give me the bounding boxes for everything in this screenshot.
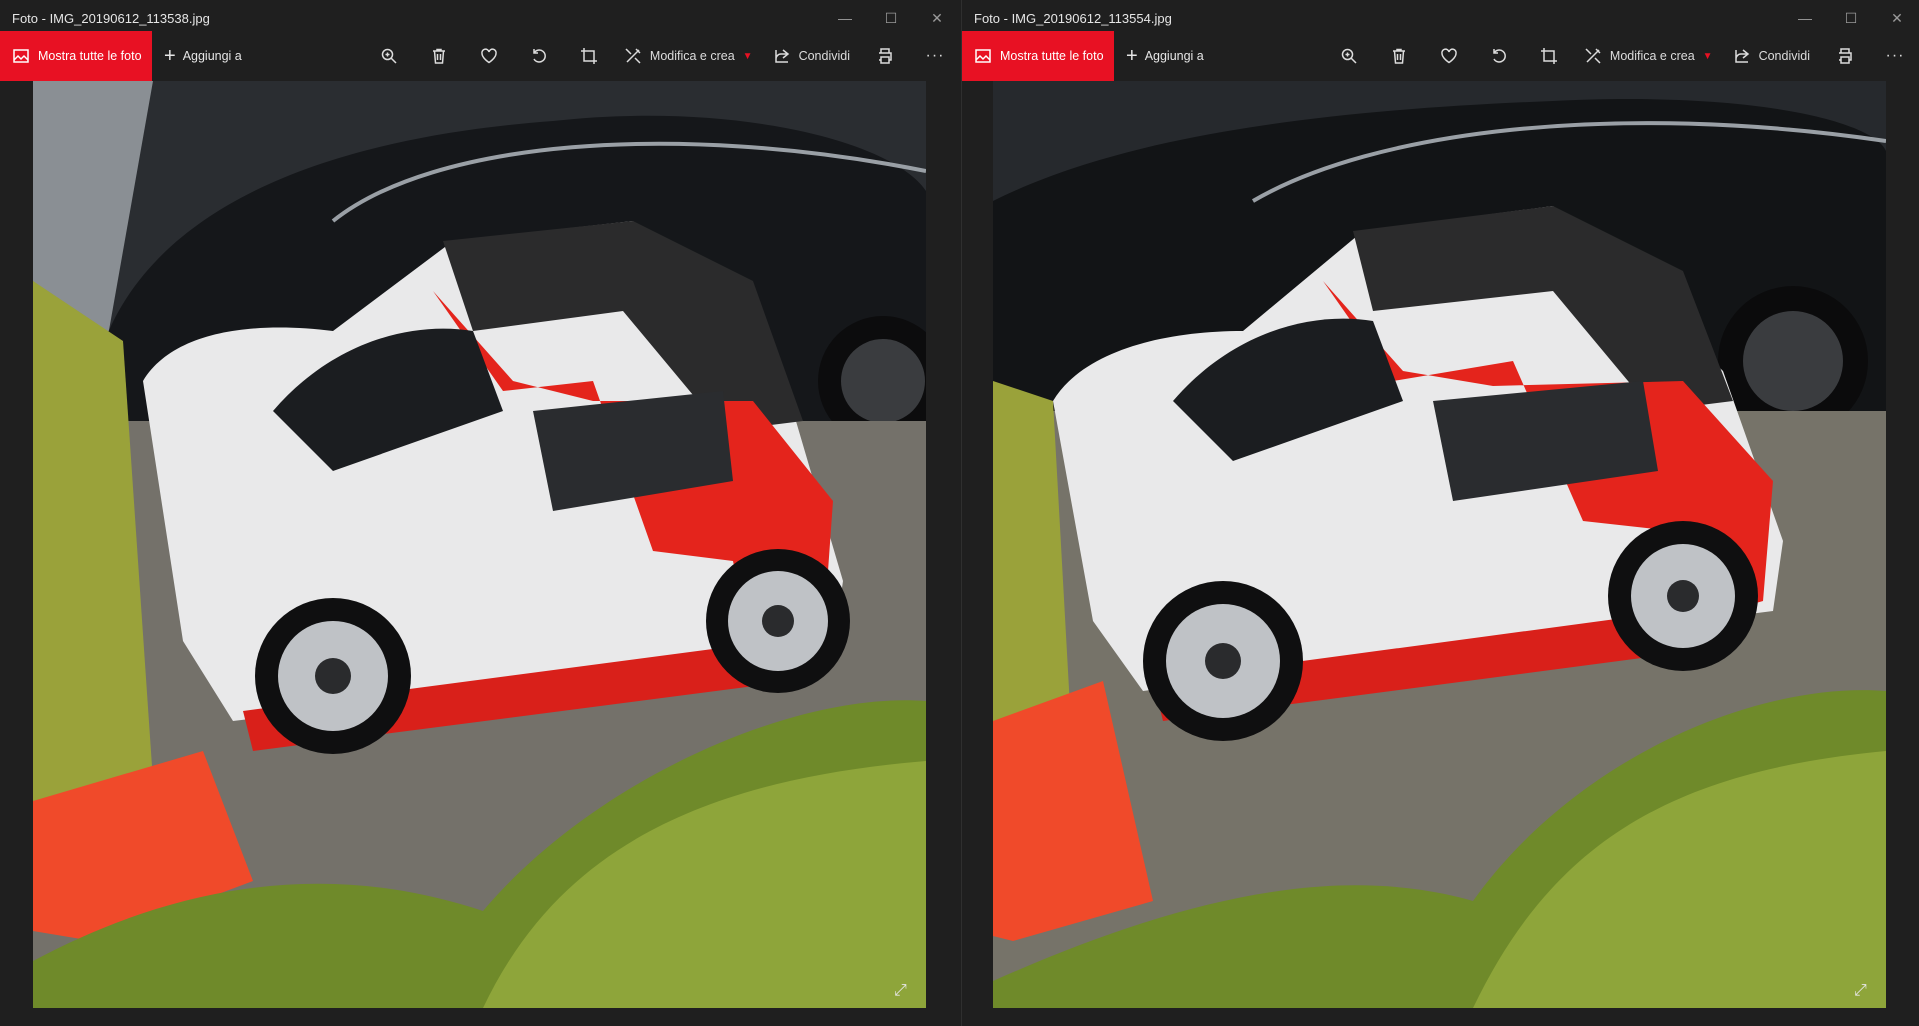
edit-create-button[interactable]: Modifica e crea ▼ bbox=[614, 31, 763, 81]
crop-icon bbox=[1540, 48, 1557, 64]
chevron-down-icon: ▼ bbox=[1702, 50, 1713, 62]
window-title: Foto - IMG_20190612_113538.jpg bbox=[12, 10, 210, 26]
share-button[interactable]: Condividi bbox=[763, 31, 860, 81]
share-icon bbox=[774, 49, 789, 63]
more-button[interactable]: ··· bbox=[910, 31, 960, 81]
trash-icon bbox=[1392, 48, 1405, 64]
plus-icon: + bbox=[1126, 45, 1138, 67]
toolbar-tools: Modifica e crea ▼ Condividi ··· bbox=[364, 31, 960, 81]
photos-window-right: Foto - IMG_20190612_113554.jpg — ☐ ✕ Mos… bbox=[961, 0, 1919, 1026]
image-icon bbox=[975, 49, 991, 63]
zoom-button[interactable] bbox=[364, 31, 414, 81]
edit-icon bbox=[625, 48, 641, 64]
edit-icon bbox=[1585, 48, 1601, 64]
trash-icon bbox=[432, 48, 445, 64]
share-label: Condividi bbox=[1758, 49, 1810, 63]
photo-viewer[interactable]: ⤢ bbox=[993, 81, 1886, 1008]
photo-image bbox=[993, 81, 1886, 1008]
add-to-label: Aggiungi a bbox=[182, 49, 242, 63]
more-icon: ··· bbox=[925, 47, 945, 64]
photo-viewer[interactable]: ⤢ bbox=[33, 81, 926, 1008]
expand-icon[interactable]: ⤢ bbox=[1854, 982, 1874, 1002]
show-all-photos-button[interactable]: Mostra tutte le foto bbox=[0, 31, 152, 81]
share-button[interactable]: Condividi bbox=[1723, 31, 1820, 81]
more-button[interactable]: ··· bbox=[1870, 31, 1919, 81]
add-to-button[interactable]: + Aggiungi a bbox=[152, 31, 254, 81]
print-button[interactable] bbox=[860, 31, 910, 81]
favorite-button[interactable] bbox=[1424, 31, 1474, 81]
rotate-icon bbox=[1493, 49, 1506, 63]
toolbar: Mostra tutte le foto + Aggiungi a Modifi… bbox=[0, 31, 960, 81]
zoom-icon bbox=[1341, 48, 1357, 64]
window-title: Foto - IMG_20190612_113554.jpg bbox=[974, 10, 1172, 26]
delete-button[interactable] bbox=[414, 31, 464, 81]
edit-create-label: Modifica e crea bbox=[649, 49, 735, 63]
print-button[interactable] bbox=[1820, 31, 1870, 81]
toolbar-tools: Modifica e crea ▼ Condividi ··· bbox=[1324, 31, 1919, 81]
print-icon bbox=[879, 48, 892, 64]
toolbar: Mostra tutte le foto + Aggiungi a Modifi… bbox=[962, 31, 1919, 81]
share-icon bbox=[1734, 49, 1749, 63]
show-all-photos-button[interactable]: Mostra tutte le foto bbox=[962, 31, 1114, 81]
photo-image bbox=[33, 81, 926, 1008]
add-to-label: Aggiungi a bbox=[1144, 49, 1204, 63]
plus-icon: + bbox=[164, 45, 176, 67]
crop-button[interactable] bbox=[564, 31, 614, 81]
delete-button[interactable] bbox=[1374, 31, 1424, 81]
heart-icon bbox=[481, 48, 497, 64]
rotate-button[interactable] bbox=[514, 31, 564, 81]
favorite-button[interactable] bbox=[464, 31, 514, 81]
rotate-icon bbox=[533, 49, 546, 63]
show-all-label: Mostra tutte le foto bbox=[38, 49, 142, 63]
photos-window-left: Foto - IMG_20190612_113538.jpg — ☐ ✕ Mos… bbox=[0, 0, 960, 1026]
rotate-button[interactable] bbox=[1474, 31, 1524, 81]
print-icon bbox=[1839, 48, 1852, 64]
heart-icon bbox=[1441, 48, 1457, 64]
show-all-label: Mostra tutte le foto bbox=[1000, 49, 1104, 63]
add-to-button[interactable]: + Aggiungi a bbox=[1114, 31, 1216, 81]
crop-button[interactable] bbox=[1524, 31, 1574, 81]
image-icon bbox=[13, 49, 29, 63]
zoom-icon bbox=[381, 48, 397, 64]
more-icon: ··· bbox=[1885, 47, 1905, 64]
share-label: Condividi bbox=[798, 49, 850, 63]
crop-icon bbox=[580, 48, 597, 64]
zoom-button[interactable] bbox=[1324, 31, 1374, 81]
chevron-down-icon: ▼ bbox=[742, 50, 753, 62]
edit-create-label: Modifica e crea bbox=[1609, 49, 1695, 63]
edit-create-button[interactable]: Modifica e crea ▼ bbox=[1574, 31, 1723, 81]
expand-icon[interactable]: ⤢ bbox=[894, 982, 914, 1002]
